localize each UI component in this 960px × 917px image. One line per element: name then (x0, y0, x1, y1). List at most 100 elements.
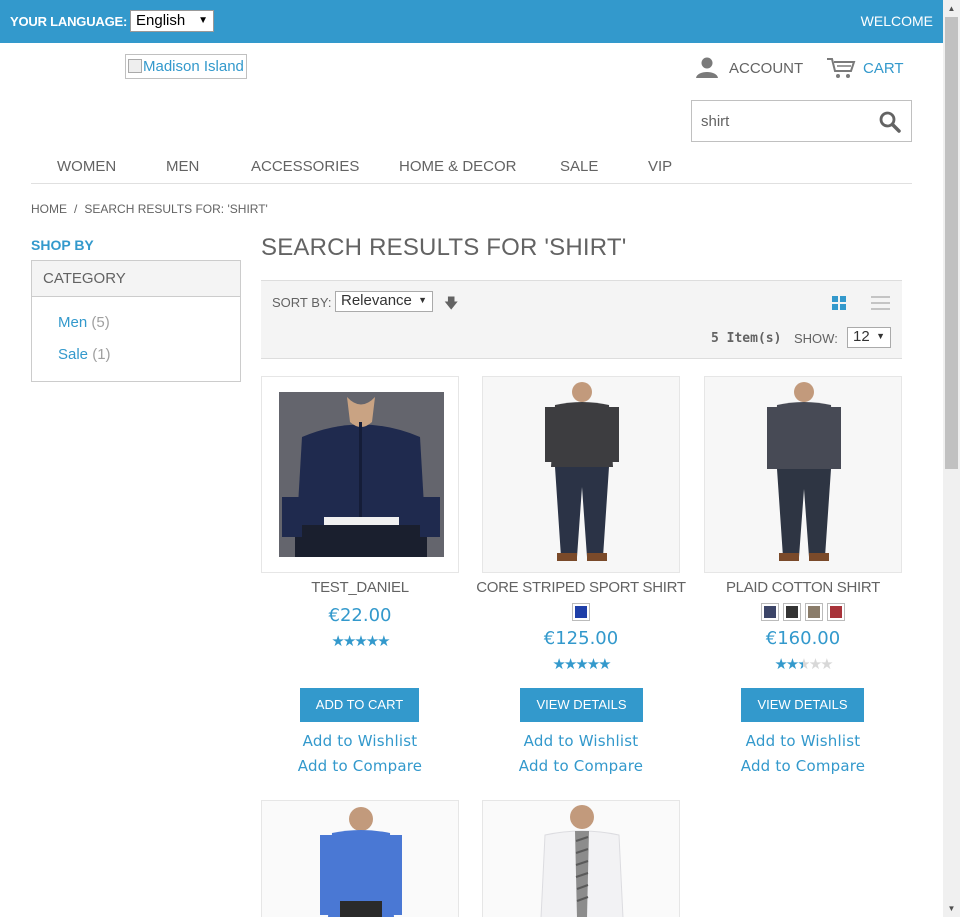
product-card (482, 800, 680, 917)
color-swatch[interactable] (805, 603, 823, 621)
list-view-icon[interactable] (871, 296, 890, 311)
product-price: €125.00 (543, 628, 619, 649)
add-to-cart-button[interactable]: ADD TO CART (300, 688, 419, 722)
star-half-icon: ★ (797, 656, 811, 673)
product-photo-shirt (483, 801, 679, 917)
product-image[interactable] (482, 376, 680, 573)
add-to-wishlist-link[interactable]: Add to Wishlist (261, 732, 459, 750)
rating-stars: ★★★★★ (704, 655, 902, 673)
category-count: (5) (91, 314, 110, 331)
product-price: €22.00 (328, 605, 392, 626)
product-image[interactable] (704, 376, 902, 573)
nav-item-sale[interactable]: SALE (560, 158, 598, 175)
star-empty-icon: ★★ (808, 656, 834, 673)
product-name[interactable]: TEST_DANIEL (251, 579, 469, 596)
page-title: SEARCH RESULTS FOR 'SHIRT' (261, 234, 627, 261)
view-details-button[interactable]: VIEW DETAILS (741, 688, 864, 722)
chevron-down-icon: ▼ (418, 295, 427, 305)
product-image[interactable] (482, 800, 680, 917)
nav-item-men[interactable]: MEN (166, 158, 199, 175)
rating-stars: ★★★★★ (261, 632, 459, 650)
nav-item-vip[interactable]: VIP (648, 158, 672, 175)
limit-select[interactable]: 12 ▼ (847, 327, 891, 348)
sort-by-select[interactable]: Relevance ▼ (335, 291, 433, 312)
category-filter: CATEGORY Men (5) Sale (1) (31, 260, 241, 382)
add-to-wishlist-link[interactable]: Add to Wishlist (704, 732, 902, 750)
color-swatch[interactable] (783, 603, 801, 621)
star-icon: ★★★★★ (331, 633, 390, 650)
language-label: YOUR LANGUAGE: (10, 14, 128, 29)
scroll-thumb[interactable] (945, 17, 958, 469)
product-photo-shirt (705, 377, 901, 572)
category-count: (1) (92, 346, 111, 363)
top-bar: YOUR LANGUAGE: English ▼ WELCOME (0, 0, 943, 43)
search-input[interactable] (701, 111, 861, 131)
product-image[interactable] (261, 800, 459, 917)
toolbar: SORT BY: Relevance ▼ 🡇 5 Item(s) SHOW: 1… (261, 280, 902, 359)
search-box (691, 100, 912, 142)
account-link[interactable]: ACCOUNT (695, 56, 803, 78)
product-price: €160.00 (765, 628, 841, 649)
language-select[interactable]: English ▼ (130, 10, 214, 32)
chevron-down-icon: ▼ (198, 15, 208, 26)
account-label: ACCOUNT (729, 60, 804, 77)
product-card (261, 800, 459, 917)
limit-value: 12 (853, 328, 870, 345)
nav-item-women[interactable]: WOMEN (57, 158, 116, 175)
color-swatch[interactable] (761, 603, 779, 621)
sort-direction-arrow-icon[interactable]: 🡇 (444, 293, 458, 317)
color-swatch[interactable] (572, 603, 590, 621)
breadcrumb-current: SEARCH RESULTS FOR: 'SHIRT' (84, 202, 268, 216)
product-photo-shirt (262, 801, 458, 917)
breadcrumb-home[interactable]: HOME (31, 202, 67, 216)
shop-by-heading: SHOP BY (31, 237, 94, 253)
search-icon[interactable] (878, 110, 902, 134)
scroll-up-icon[interactable]: ▲ (943, 0, 960, 17)
language-select-value: English (136, 12, 186, 29)
logo-link[interactable]: Madison Island (125, 54, 247, 79)
cart-link[interactable]: CART (826, 56, 904, 80)
rating-stars: ★★★★★ (482, 655, 680, 673)
items-count: 5 Item(s) (711, 331, 782, 346)
nav-item-accessories[interactable]: ACCESSORIES (251, 158, 359, 175)
product-name[interactable]: CORE STRIPED SPORT SHIRT (472, 579, 690, 596)
product-card: TEST_DANIEL €22.00 ★★★★★ ADD TO CART Add… (261, 376, 459, 775)
product-photo-shirt (483, 377, 679, 572)
welcome-message: WELCOME (860, 13, 933, 29)
product-name[interactable]: PLAID COTTON SHIRT (694, 579, 912, 596)
grid-view-icon[interactable] (832, 296, 847, 311)
add-to-wishlist-link[interactable]: Add to Wishlist (482, 732, 680, 750)
category-item-sale[interactable]: Sale (1) (58, 346, 111, 363)
cart-label: CART (863, 60, 904, 77)
sort-by-value: Relevance (341, 292, 412, 309)
scroll-down-icon[interactable]: ▼ (943, 900, 960, 917)
product-image[interactable] (261, 376, 459, 573)
color-swatches (482, 603, 680, 621)
broken-image-icon (128, 59, 142, 73)
color-swatch[interactable] (827, 603, 845, 621)
nav-item-home-decor[interactable]: HOME & DECOR (399, 158, 517, 175)
add-to-compare-link[interactable]: Add to Compare (482, 757, 680, 775)
breadcrumb-separator: / (74, 202, 78, 216)
star-icon: ★★ (774, 656, 799, 673)
scrollbar[interactable]: ▲ ▼ (943, 0, 960, 917)
user-icon (696, 57, 718, 78)
product-photo-shirt (279, 392, 444, 557)
category-label: Men (58, 314, 88, 331)
product-card: CORE STRIPED SPORT SHIRT €125.00 ★★★★★ V… (476, 376, 686, 775)
logo-alt-text: Madison Island (143, 58, 244, 75)
breadcrumb: HOME / SEARCH RESULTS FOR: 'SHIRT' (31, 202, 268, 216)
sort-by-label: SORT BY: (272, 295, 332, 310)
chevron-down-icon: ▼ (876, 331, 885, 341)
show-label: SHOW: (794, 331, 838, 346)
add-to-compare-link[interactable]: Add to Compare (704, 757, 902, 775)
star-icon: ★★★★★ (552, 656, 611, 673)
main-nav: WOMEN MEN ACCESSORIES HOME & DECOR SALE … (31, 157, 912, 184)
category-item-men[interactable]: Men (5) (58, 314, 110, 331)
product-card: PLAID COTTON SHIRT €160.00 ★★★★★ VIEW DE… (704, 376, 902, 775)
category-label: Sale (58, 346, 89, 363)
view-details-button[interactable]: VIEW DETAILS (520, 688, 643, 722)
cart-icon (827, 58, 856, 78)
add-to-compare-link[interactable]: Add to Compare (261, 757, 459, 775)
category-filter-title: CATEGORY (32, 261, 240, 297)
